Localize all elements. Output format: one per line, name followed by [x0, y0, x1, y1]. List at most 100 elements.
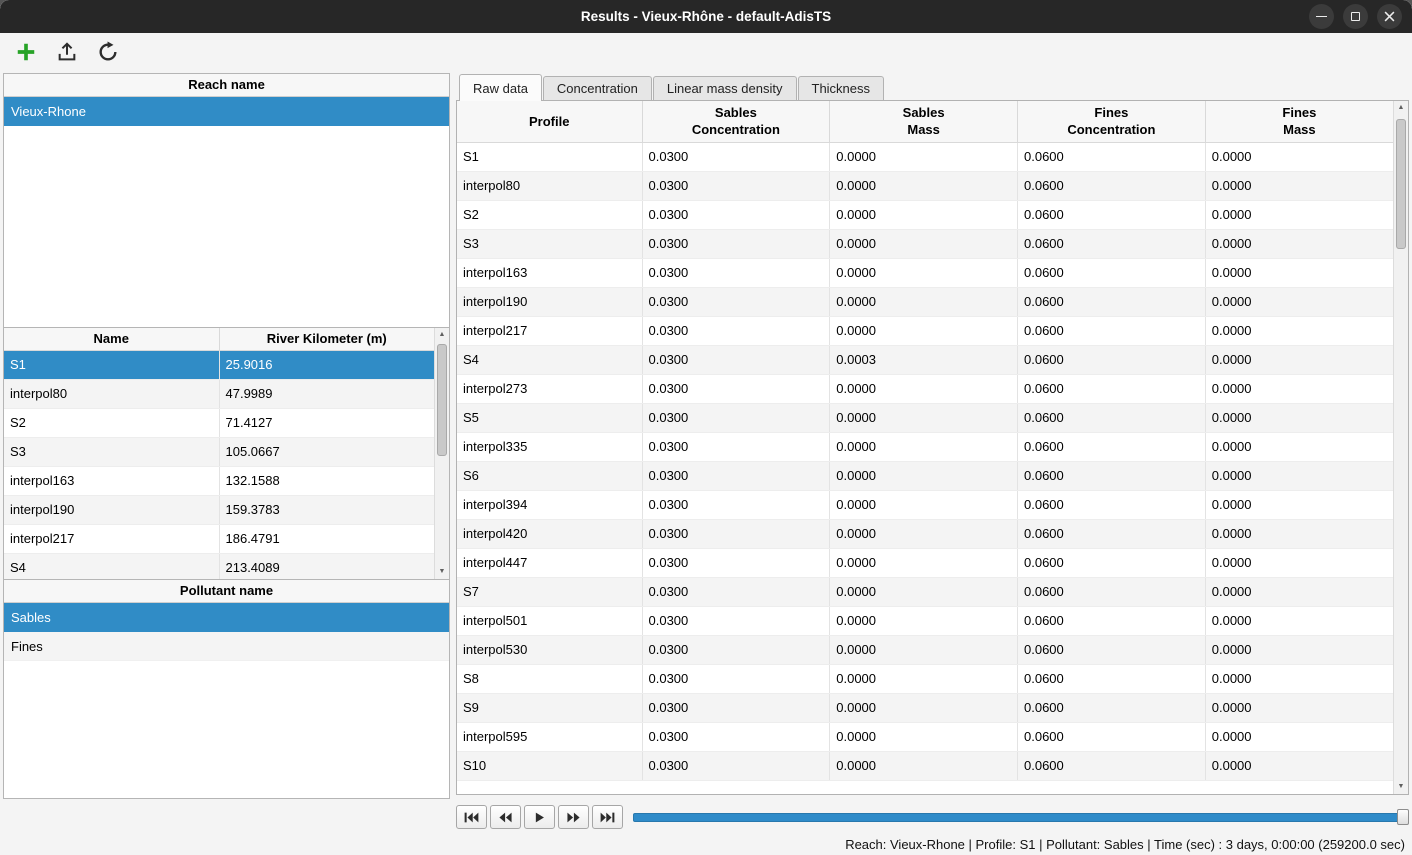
- table-cell[interactable]: 0.0000: [830, 200, 1018, 229]
- table-cell[interactable]: 71.4127: [219, 408, 434, 437]
- pollutant-item[interactable]: Fines: [4, 632, 449, 661]
- table-cell[interactable]: S1: [4, 350, 219, 379]
- table-cell[interactable]: interpol163: [4, 466, 219, 495]
- table-cell[interactable]: interpol163: [457, 258, 642, 287]
- table-cell[interactable]: interpol217: [457, 316, 642, 345]
- table-cell[interactable]: 0.0000: [1205, 751, 1393, 780]
- table-cell[interactable]: 0.0300: [642, 461, 830, 490]
- table-cell[interactable]: 0.0600: [1018, 403, 1206, 432]
- scroll-up-icon[interactable]: ▲: [435, 328, 449, 342]
- table-cell[interactable]: 0.0000: [1205, 490, 1393, 519]
- table-cell[interactable]: 0.0000: [830, 403, 1018, 432]
- time-slider[interactable]: [633, 808, 1409, 826]
- scroll-down-icon[interactable]: ▼: [1394, 780, 1408, 794]
- table-cell[interactable]: 0.0600: [1018, 606, 1206, 635]
- profile-row[interactable]: interpol190159.3783: [4, 495, 434, 524]
- table-cell[interactable]: 0.0000: [830, 171, 1018, 200]
- table-cell[interactable]: 0.0000: [830, 519, 1018, 548]
- table-cell[interactable]: 0.0000: [1205, 229, 1393, 258]
- table-cell[interactable]: 0.0000: [830, 229, 1018, 258]
- table-cell[interactable]: S3: [4, 437, 219, 466]
- table-cell[interactable]: 0.0300: [642, 142, 830, 171]
- table-cell[interactable]: 0.0600: [1018, 229, 1206, 258]
- table-cell[interactable]: 0.0000: [830, 635, 1018, 664]
- table-cell[interactable]: 0.0300: [642, 664, 830, 693]
- table-row[interactable]: S10.03000.00000.06000.0000: [457, 142, 1393, 171]
- pollutant-item[interactable]: Sables: [4, 603, 449, 632]
- table-row[interactable]: interpol2170.03000.00000.06000.0000: [457, 316, 1393, 345]
- table-cell[interactable]: 0.0300: [642, 403, 830, 432]
- table-cell[interactable]: 47.9989: [219, 379, 434, 408]
- table-row[interactable]: interpol5950.03000.00000.06000.0000: [457, 722, 1393, 751]
- table-cell[interactable]: 0.0000: [830, 142, 1018, 171]
- table-cell[interactable]: 0.0000: [1205, 606, 1393, 635]
- table-cell[interactable]: 0.0300: [642, 490, 830, 519]
- table-row[interactable]: S60.03000.00000.06000.0000: [457, 461, 1393, 490]
- table-cell[interactable]: 0.0300: [642, 316, 830, 345]
- table-row[interactable]: interpol2730.03000.00000.06000.0000: [457, 374, 1393, 403]
- column-header[interactable]: FinesMass: [1205, 101, 1393, 142]
- table-cell[interactable]: 0.0600: [1018, 461, 1206, 490]
- table-row[interactable]: interpol1900.03000.00000.06000.0000: [457, 287, 1393, 316]
- table-cell[interactable]: interpol530: [457, 635, 642, 664]
- table-cell[interactable]: 0.0600: [1018, 519, 1206, 548]
- table-cell[interactable]: interpol190: [457, 287, 642, 316]
- profile-row[interactable]: S125.9016: [4, 350, 434, 379]
- tab-thickness[interactable]: Thickness: [798, 76, 885, 100]
- minimize-button[interactable]: [1309, 4, 1334, 29]
- table-cell[interactable]: interpol190: [4, 495, 219, 524]
- column-header[interactable]: SablesMass: [830, 101, 1018, 142]
- scroll-down-icon[interactable]: ▼: [435, 565, 449, 579]
- time-slider-handle[interactable]: [1397, 809, 1409, 825]
- column-header[interactable]: FinesConcentration: [1018, 101, 1206, 142]
- table-cell[interactable]: 0.0300: [642, 577, 830, 606]
- table-cell[interactable]: interpol273: [457, 374, 642, 403]
- table-cell[interactable]: S5: [457, 403, 642, 432]
- table-cell[interactable]: 0.0600: [1018, 200, 1206, 229]
- table-cell[interactable]: 0.0300: [642, 606, 830, 635]
- table-cell[interactable]: 0.0600: [1018, 490, 1206, 519]
- scroll-up-icon[interactable]: ▲: [1394, 101, 1408, 115]
- table-cell[interactable]: 0.0000: [830, 751, 1018, 780]
- table-row[interactable]: interpol3350.03000.00000.06000.0000: [457, 432, 1393, 461]
- table-cell[interactable]: 0.0600: [1018, 722, 1206, 751]
- profile-row[interactable]: S3105.0667: [4, 437, 434, 466]
- table-row[interactable]: interpol5010.03000.00000.06000.0000: [457, 606, 1393, 635]
- table-row[interactable]: interpol5300.03000.00000.06000.0000: [457, 635, 1393, 664]
- table-cell[interactable]: interpol420: [457, 519, 642, 548]
- table-cell[interactable]: 0.0000: [1205, 519, 1393, 548]
- table-cell[interactable]: 0.0600: [1018, 316, 1206, 345]
- titlebar[interactable]: Results - Vieux-Rhône - default-AdisTS: [0, 0, 1412, 33]
- table-cell[interactable]: 0.0600: [1018, 287, 1206, 316]
- table-cell[interactable]: S9: [457, 693, 642, 722]
- table-cell[interactable]: 0.0000: [1205, 664, 1393, 693]
- export-button[interactable]: [54, 39, 80, 65]
- table-cell[interactable]: 0.0000: [1205, 374, 1393, 403]
- table-row[interactable]: S50.03000.00000.06000.0000: [457, 403, 1393, 432]
- table-cell[interactable]: 0.0600: [1018, 635, 1206, 664]
- maximize-button[interactable]: [1343, 4, 1368, 29]
- table-cell[interactable]: 0.0000: [1205, 258, 1393, 287]
- table-cell[interactable]: 0.0000: [1205, 577, 1393, 606]
- table-cell[interactable]: 0.0000: [830, 548, 1018, 577]
- table-cell[interactable]: S7: [457, 577, 642, 606]
- table-cell[interactable]: 25.9016: [219, 350, 434, 379]
- table-cell[interactable]: 0.0300: [642, 751, 830, 780]
- table-cell[interactable]: S3: [457, 229, 642, 258]
- table-cell[interactable]: S4: [457, 345, 642, 374]
- close-button[interactable]: [1377, 4, 1402, 29]
- table-cell[interactable]: 0.0000: [830, 490, 1018, 519]
- table-cell[interactable]: 0.0300: [642, 229, 830, 258]
- refresh-button[interactable]: [95, 39, 121, 65]
- table-cell[interactable]: 0.0000: [1205, 287, 1393, 316]
- table-cell[interactable]: 0.0000: [830, 258, 1018, 287]
- table-cell[interactable]: 0.0600: [1018, 142, 1206, 171]
- table-cell[interactable]: 132.1588: [219, 466, 434, 495]
- table-row[interactable]: S20.03000.00000.06000.0000: [457, 200, 1393, 229]
- table-row[interactable]: S30.03000.00000.06000.0000: [457, 229, 1393, 258]
- table-cell[interactable]: 0.0003: [830, 345, 1018, 374]
- time-slider-track[interactable]: [633, 813, 1409, 822]
- table-cell[interactable]: 0.0000: [830, 664, 1018, 693]
- profile-row[interactable]: interpol8047.9989: [4, 379, 434, 408]
- table-cell[interactable]: interpol335: [457, 432, 642, 461]
